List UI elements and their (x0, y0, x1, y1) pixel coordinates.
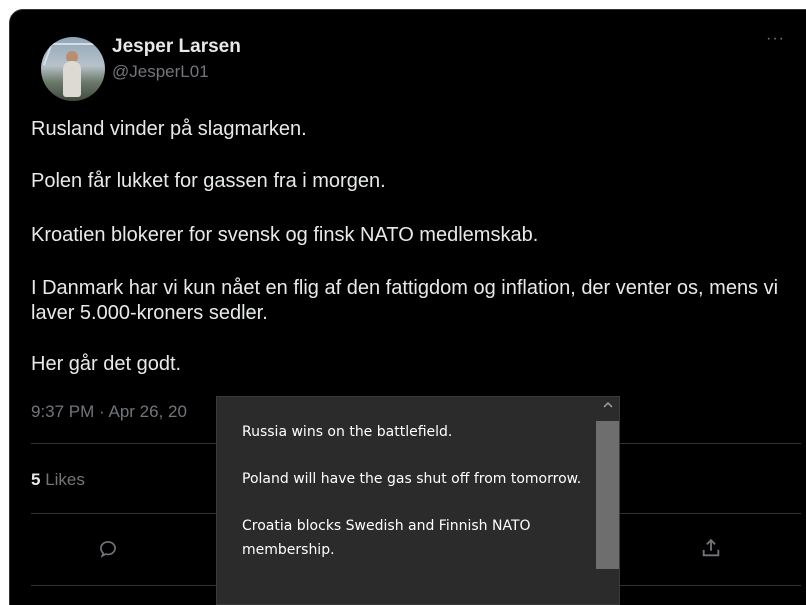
tweet-paragraph: Her går det godt. (31, 353, 182, 375)
translation-tooltip: Russia wins on the battlefield. Poland w… (216, 396, 620, 605)
avatar[interactable] (41, 37, 105, 101)
more-options-icon[interactable]: ··· (766, 30, 785, 48)
avatar-figure (63, 61, 81, 97)
likes-label: Likes (40, 470, 85, 489)
translation-paragraph: Poland will have the gas shut off from t… (242, 471, 582, 487)
translation-paragraph: Croatia blocks Swedish and Finnish NATO … (242, 518, 531, 558)
tweet-paragraph: Rusland vinder på slagmarken. (31, 118, 307, 140)
chevron-up-icon[interactable] (596, 399, 619, 415)
translation-paragraph: Russia wins on the battlefield. (242, 424, 453, 440)
likes-link[interactable]: 5 Likes (31, 470, 85, 490)
author-handle[interactable]: @JesperL01 (112, 62, 209, 82)
author-name[interactable]: Jesper Larsen (112, 36, 241, 58)
tweet-paragraph: I Danmark har vi kun nået en flig af den… (31, 277, 779, 324)
tweet-paragraph: Kroatien blokerer for svensk og finsk NA… (31, 224, 539, 246)
reply-icon[interactable] (98, 539, 118, 564)
translation-text: Russia wins on the battlefield. Poland w… (242, 420, 592, 585)
share-icon[interactable] (700, 537, 722, 564)
tweet-timestamp[interactable]: 9:37 PM · Apr 26, 20 (31, 402, 187, 422)
scroll-thumb[interactable] (596, 421, 619, 569)
tweet-paragraph: Polen får lukket for gassen fra i morgen… (31, 170, 386, 192)
tooltip-scrollbar[interactable] (596, 399, 619, 605)
